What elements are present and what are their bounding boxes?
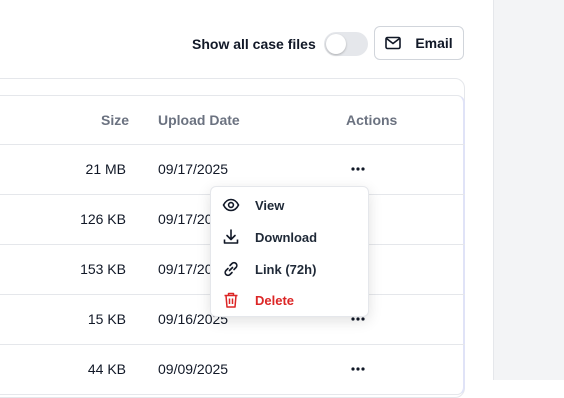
link-icon: [224, 261, 238, 277]
show-all-case-files-toggle[interactable]: [323, 32, 368, 56]
toggle-knob: [325, 34, 346, 54]
menu-item-label: View: [255, 197, 285, 213]
column-header-upload-date[interactable]: Upload Date: [158, 112, 240, 128]
row-actions-menu-icon[interactable]: [349, 164, 367, 174]
upload-date: 09/09/2025: [158, 361, 229, 377]
eye-icon: [222, 198, 240, 212]
file-size: 126 KB: [80, 211, 126, 227]
menu-item-label: Link (72h): [255, 261, 317, 277]
download-icon: [223, 229, 239, 244]
trash-icon: [224, 292, 238, 308]
column-header-actions: Actions: [346, 112, 398, 128]
mail-icon: [385, 36, 402, 50]
row-actions-menu-icon[interactable]: [349, 364, 367, 374]
file-size: 44 KB: [87, 361, 126, 377]
row-divider: [0, 144, 465, 145]
menu-item-download[interactable]: Download: [211, 222, 368, 252]
row-actions-dropdown: View Download Link (72h) Delete: [210, 186, 369, 317]
email-button-label: Email: [415, 35, 453, 51]
column-header-size[interactable]: Size: [101, 112, 129, 128]
menu-item-delete[interactable]: Delete: [211, 285, 368, 315]
file-size: 15 KB: [87, 311, 126, 327]
menu-item-view[interactable]: View: [211, 190, 368, 220]
menu-item-label: Delete: [255, 292, 295, 308]
file-size: 153 KB: [80, 261, 126, 277]
show-all-toggle-group: Show all case files: [192, 26, 368, 62]
upload-date: 09/17/2025: [158, 161, 229, 177]
right-gutter: [493, 0, 564, 380]
show-all-case-files-label: Show all case files: [192, 36, 316, 52]
menu-item-label: Download: [255, 229, 318, 245]
menu-item-link[interactable]: Link (72h): [211, 254, 368, 284]
file-size: 21 MB: [85, 161, 126, 177]
email-button[interactable]: Email: [374, 26, 464, 60]
row-divider: [0, 344, 465, 345]
